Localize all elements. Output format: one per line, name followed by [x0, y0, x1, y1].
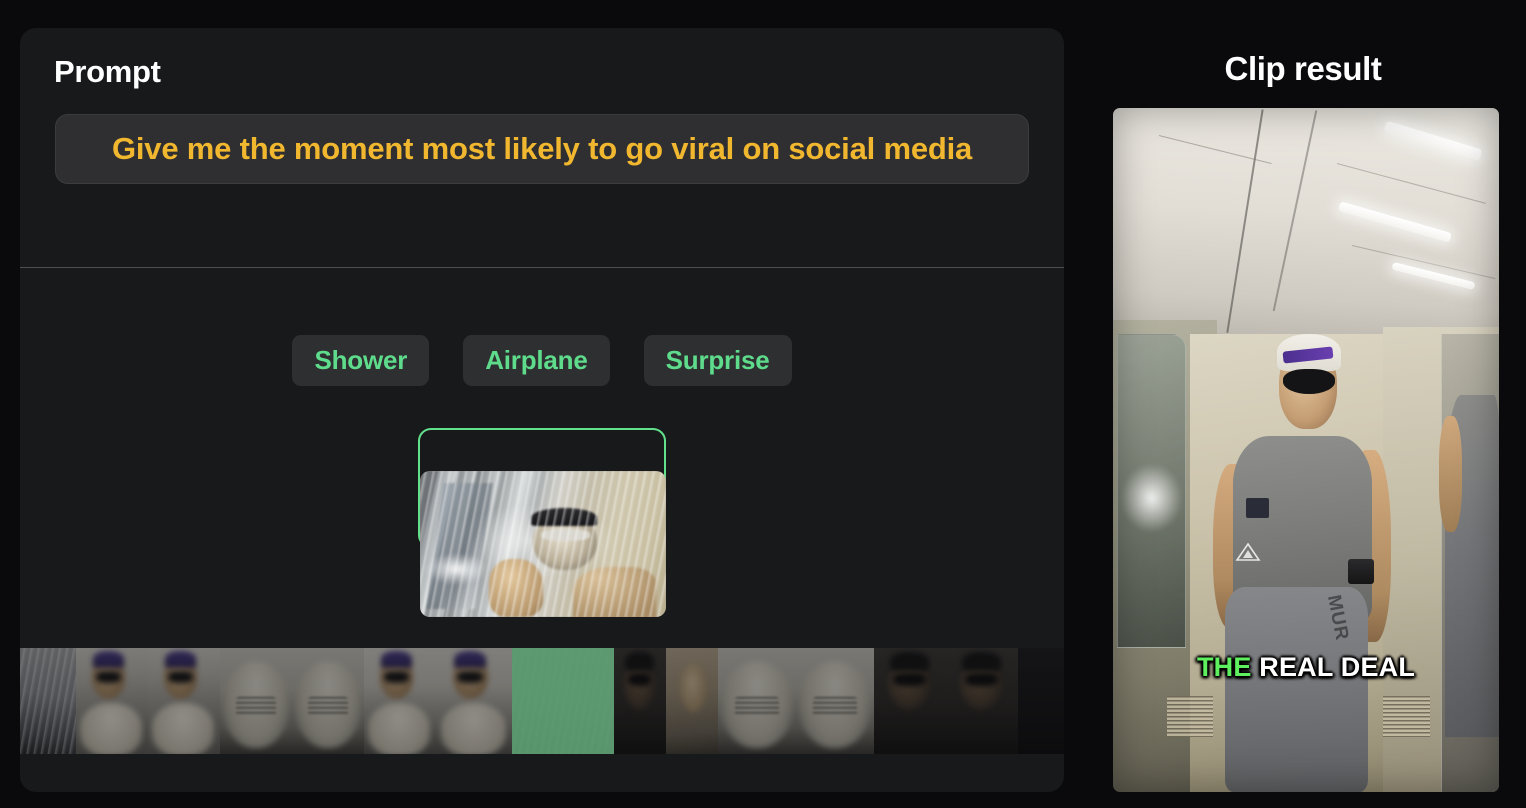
filmstrip-frame[interactable] [718, 648, 796, 754]
filmstrip-frame[interactable] [614, 648, 666, 754]
chip-shower[interactable]: Shower [292, 335, 430, 386]
clip-result-panel: Clip result MUR THE REAL DEAL [1080, 0, 1526, 808]
filmstrip-frame[interactable] [946, 648, 1018, 754]
page-title: Prompt [54, 54, 161, 89]
filmstrip-frame[interactable] [796, 648, 874, 754]
chip-airplane[interactable]: Airplane [463, 335, 610, 386]
prompt-input[interactable]: Give me the moment most likely to go vir… [55, 114, 1029, 184]
panel-divider [20, 267, 1064, 268]
filmstrip-frame[interactable] [436, 648, 512, 754]
filmstrip-frame[interactable] [1018, 648, 1064, 754]
suggestion-chip-row: Shower Airplane Surprise [20, 335, 1064, 386]
filmstrip-frame[interactable] [292, 648, 364, 754]
caption-highlight-word: THE [1196, 651, 1252, 682]
filmstrip-frame[interactable] [666, 648, 718, 754]
video-caption: THE REAL DEAL [1113, 652, 1499, 683]
filmstrip-frame[interactable] [874, 648, 946, 754]
hover-preview-thumbnail[interactable] [420, 471, 666, 617]
filmstrip-frame[interactable] [20, 648, 76, 754]
filmstrip-frame[interactable] [220, 648, 292, 754]
caption-rest-text: REAL DEAL [1259, 651, 1416, 682]
clip-result-title: Clip result [1224, 50, 1382, 87]
filmstrip-frame-selected[interactable] [512, 648, 614, 754]
filmstrip-frame[interactable] [76, 648, 148, 754]
filmstrip-frame[interactable] [364, 648, 436, 754]
timeline-filmstrip[interactable] [20, 648, 1064, 754]
chip-surprise[interactable]: Surprise [643, 335, 792, 386]
clip-result-video[interactable]: MUR THE REAL DEAL [1113, 108, 1499, 792]
prompt-panel: Prompt Give me the moment most likely to… [20, 28, 1064, 792]
filmstrip-frame[interactable] [148, 648, 220, 754]
app-root: Prompt Give me the moment most likely to… [0, 0, 1526, 808]
prompt-input-value: Give me the moment most likely to go vir… [111, 131, 973, 166]
